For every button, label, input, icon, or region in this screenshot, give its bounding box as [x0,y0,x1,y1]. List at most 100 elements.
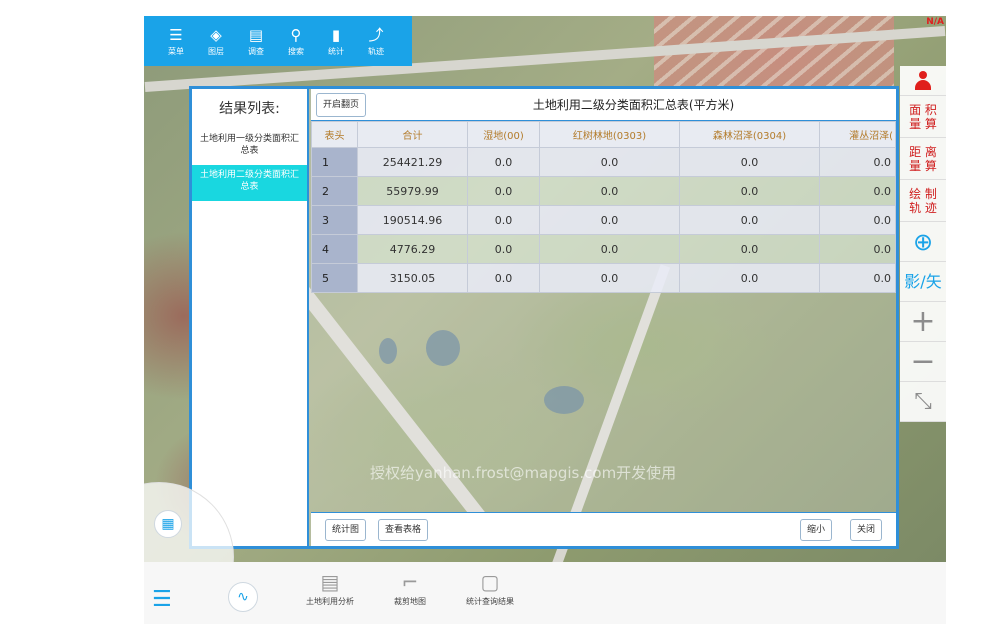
toolbar-label: 搜索 [288,46,304,56]
draw-track-button[interactable]: 绘 制 轨 迹 [900,180,946,222]
column-header[interactable]: 合计 [357,121,468,148]
document-icon: ▢ [480,570,500,594]
zoom-in-button[interactable]: + [900,302,946,342]
row-index: 3 [311,205,358,235]
license-watermark: 授权给yanhan.frost@mapgis.com开发使用 [370,464,677,482]
user-icon [914,70,932,91]
paging-button[interactable]: 开启翻页 [316,93,367,117]
table-cell: 4776.29 [357,234,468,264]
table-cell: 0.0 [679,176,820,206]
table-cell: 0.0 [679,234,820,264]
column-header[interactable]: 森林沼泽(0304) [679,121,820,148]
stats-icon: ▮ [331,25,341,44]
stats-query-result-button[interactable]: ▢ 统计查询结果 [450,568,530,607]
table-title: 土地利用二级分类面积汇总表(平方米) [532,98,735,112]
user-button[interactable] [900,66,946,96]
table-row[interactable]: 3 190514.96 0.0 0.0 0.0 0.0 [311,205,896,235]
table-row[interactable]: 5 3150.05 0.0 0.0 0.0 0.0 [311,263,896,293]
layers-icon: ◈ [210,25,222,44]
bp-label: 土地利用分析 [306,597,354,606]
table-row[interactable]: 1 254421.29 0.0 0.0 0.0 0.0 [311,147,896,177]
table-cell: 0.0 [467,234,540,264]
table-cell: 55979.99 [357,176,468,206]
image-vector-toggle[interactable]: 影/矢 [900,262,946,302]
shrink-button[interactable]: 缩小 [799,519,832,541]
row-index: 2 [311,176,358,206]
analysis-icon: ▤ [320,570,340,594]
right-toolbar: 面 积 量 算 距 离 量 算 绘 制 轨 迹 ⊕ 影/矢 + − ⤡ [900,66,946,422]
bottom-panel: ▤ 土地利用分析 ⌐ 裁剪地图 ▢ 统计查询结果 [144,562,946,624]
table-cell: 0.0 [819,205,896,235]
wave-icon[interactable]: ∿ [228,582,258,612]
table-cell: 0.0 [679,147,820,177]
result-list-title: 结果列表: [219,101,280,117]
close-button[interactable]: 关闭 [849,519,882,541]
table-cell: 0.0 [539,176,680,206]
basemap-toggle-icon[interactable]: ▦ [154,510,182,538]
track-icon: ⤴ [368,25,384,44]
row-index: 4 [311,234,358,264]
toolbar-label: 轨迹 [368,46,384,56]
view-table-button[interactable]: 查看表格 [378,519,429,541]
table-cell: 0.0 [539,147,680,177]
table-row[interactable]: 2 55979.99 0.0 0.0 0.0 0.0 [311,176,896,206]
table-cell: 0.0 [467,263,540,293]
toolbar-label: 统计 [328,46,344,56]
table-cell: 0.0 [467,205,540,235]
table-header-row: 表头 合计 湿地(00) 红树林地(0303) 森林沼泽(0304) 灌丛沼泽( [311,121,896,148]
table-cell: 0.0 [819,263,896,293]
crop-icon: ⌐ [401,570,419,594]
app-window: ☰ 菜单 ◈ 图层 ▤ 调查 ⚲ 搜索 ▮ 统计 ⤴ 轨迹 N/A 面 积 量 … [144,16,946,624]
column-header[interactable]: 湿地(00) [467,121,540,148]
column-header[interactable]: 红树林地(0303) [539,121,680,148]
table-cell: 0.0 [539,263,680,293]
search-icon: ⚲ [290,25,302,44]
menu-icon: ☰ [169,25,183,44]
column-header[interactable]: 表头 [311,121,358,148]
table-cell: 3150.05 [357,263,468,293]
table-cell: 254421.29 [357,147,468,177]
toolbar-label: 图层 [208,46,224,56]
shrink-icon[interactable]: ⤡ [900,382,946,422]
toolbar-survey-button[interactable]: ▤ 调查 [236,16,276,66]
table-row[interactable]: 4 4776.29 0.0 0.0 0.0 0.0 [311,234,896,264]
top-toolbar: ☰ 菜单 ◈ 图层 ▤ 调查 ⚲ 搜索 ▮ 统计 ⤴ 轨迹 [144,16,412,66]
clip-map-button[interactable]: ⌐ 裁剪地图 [370,568,450,607]
table-cell: 0.0 [467,147,540,177]
distance-measure-button[interactable]: 距 离 量 算 [900,138,946,180]
row-index: 1 [311,147,358,177]
toolbar-search-button[interactable]: ⚲ 搜索 [276,16,316,66]
toolbar-stats-button[interactable]: ▮ 统计 [316,16,356,66]
table-cell: 0.0 [467,176,540,206]
toolbar-label: 调查 [248,46,264,56]
bp-label: 裁剪地图 [394,597,426,606]
toolbar-menu-button[interactable]: ☰ 菜单 [156,16,196,66]
table-cell: 0.0 [539,234,680,264]
row-index: 5 [311,263,358,293]
table-header-bar: 开启翻页 土地利用二级分类面积汇总表(平方米) [311,89,896,121]
table-cell: 0.0 [819,234,896,264]
table-cell: 0.0 [819,176,896,206]
table-cell: 0.0 [819,147,896,177]
status-na: N/A [926,17,944,27]
area-measure-button[interactable]: 面 积 量 算 [900,96,946,138]
table-cell: 0.0 [679,263,820,293]
table-cell: 0.0 [679,205,820,235]
toolbar-track-button[interactable]: ⤴ 轨迹 [356,16,396,66]
result-list: 结果列表: 土地利用一级分类面积汇总表 土地利用二级分类面积汇总表 [192,89,309,546]
locate-icon[interactable]: ⊕ [900,222,946,262]
area-summary-table: 表头 合计 湿地(00) 红树林地(0303) 森林沼泽(0304) 灌丛沼泽(… [311,121,896,293]
table-cell: 190514.96 [357,205,468,235]
survey-icon: ▤ [248,25,264,44]
chart-button[interactable]: 统计图 [325,519,367,541]
column-header[interactable]: 灌丛沼泽( [819,121,896,148]
toolbar-layers-button[interactable]: ◈ 图层 [196,16,236,66]
toolbar-label: 菜单 [168,46,184,56]
table-cell: 0.0 [539,205,680,235]
bp-label: 统计查询结果 [466,597,514,606]
zoom-out-button[interactable]: − [900,342,946,382]
list-icon[interactable]: ☰ [152,587,172,612]
land-use-analysis-button[interactable]: ▤ 土地利用分析 [290,568,370,607]
result-list-item[interactable]: 土地利用一级分类面积汇总表 [192,129,307,165]
result-list-item-selected[interactable]: 土地利用二级分类面积汇总表 [192,165,307,201]
